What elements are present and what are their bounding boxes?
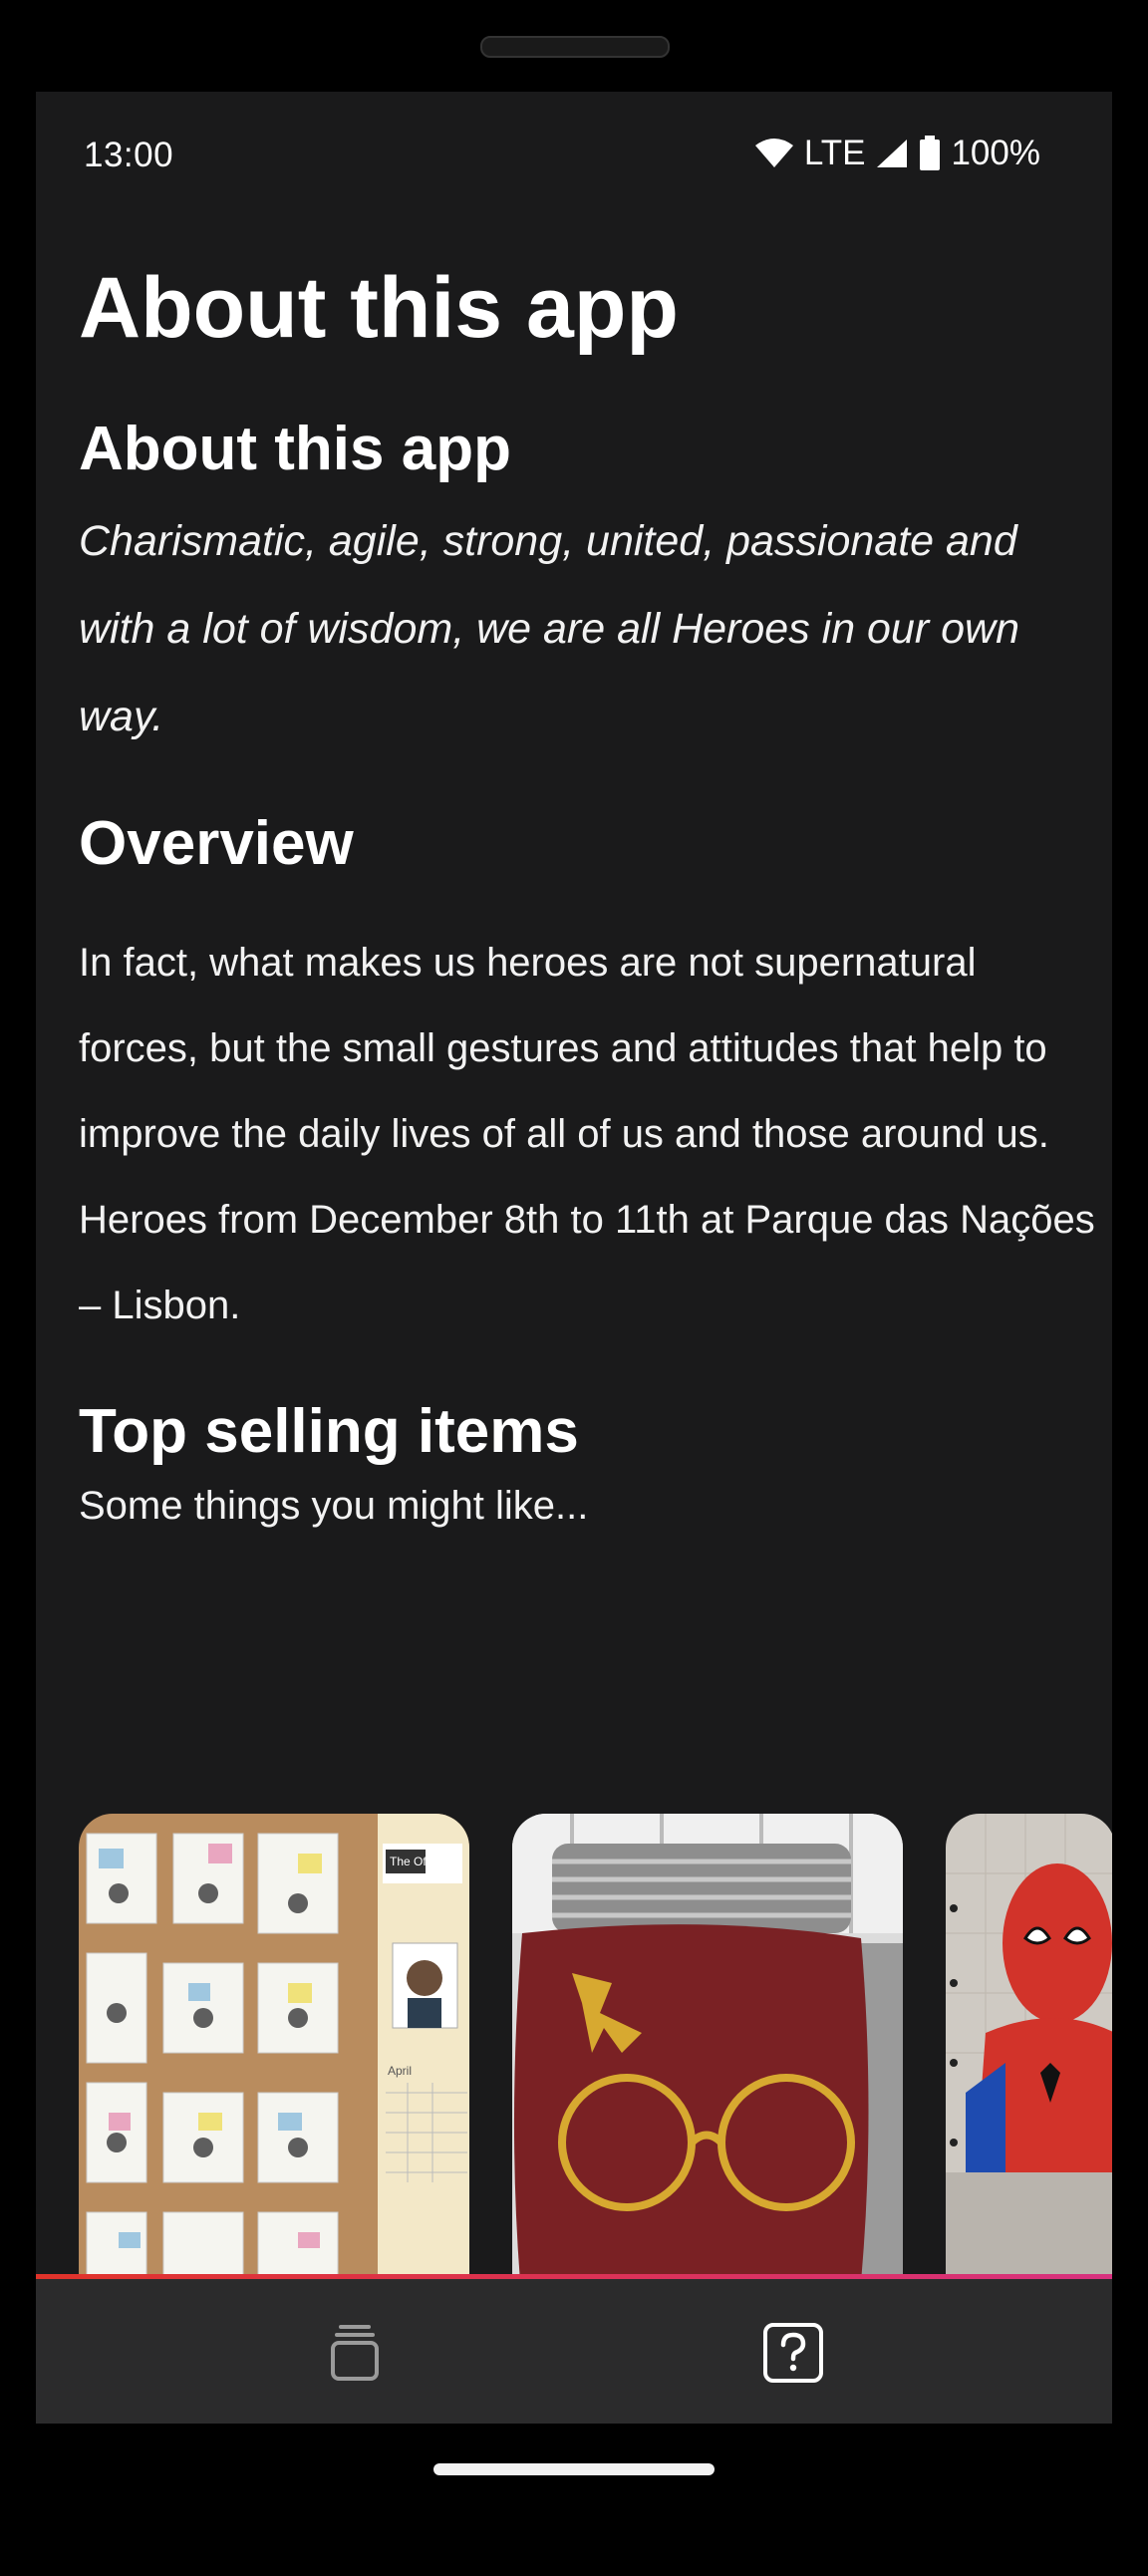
product-card-harry-potter-pillow[interactable] bbox=[512, 1814, 903, 2282]
status-icons: LTE 100% bbox=[754, 134, 1040, 173]
about-heading: About this app bbox=[79, 414, 511, 483]
overview-body: In fact, what makes us heroes are not su… bbox=[79, 940, 1095, 1327]
spider-man-image bbox=[946, 1814, 1112, 2282]
earpiece-speaker bbox=[480, 36, 670, 58]
screen: 13:00 LTE 100% About this app About this… bbox=[36, 92, 1112, 2424]
wifi-icon bbox=[754, 138, 794, 169]
device-frame: 13:00 LTE 100% About this app About this… bbox=[0, 0, 1148, 2576]
status-time: 13:00 bbox=[84, 136, 174, 174]
calendar-month-label: April bbox=[388, 2064, 412, 2078]
top-selling-carousel[interactable]: The Office April bbox=[79, 1814, 1112, 2282]
network-type: LTE bbox=[803, 134, 866, 172]
about-content: About this app About this app Charismati… bbox=[79, 261, 1095, 1529]
home-indicator[interactable] bbox=[433, 2463, 715, 2475]
battery-icon bbox=[919, 136, 941, 171]
help-icon[interactable] bbox=[753, 2313, 833, 2393]
product-card-office-calendar[interactable]: The Office April bbox=[79, 1814, 469, 2282]
collections-icon[interactable] bbox=[315, 2313, 395, 2393]
product-card-spider-man[interactable] bbox=[946, 1814, 1112, 2282]
page-title: About this app bbox=[79, 260, 679, 356]
harry-potter-pillow-image bbox=[512, 1814, 903, 2282]
about-tagline: Charismatic, agile, strong, united, pass… bbox=[79, 516, 1020, 740]
status-bar: 13:00 LTE 100% bbox=[36, 92, 1112, 223]
cellular-signal-icon bbox=[875, 138, 909, 169]
bottom-navigation bbox=[36, 2279, 1112, 2424]
top-selling-subtitle: Some things you might like... bbox=[79, 1484, 589, 1529]
overview-heading: Overview bbox=[79, 808, 354, 878]
office-logo-text: The Office bbox=[390, 1855, 444, 1868]
office-calendar-image: The Office April bbox=[79, 1814, 469, 2282]
battery-percent: 100% bbox=[951, 134, 1040, 172]
top-selling-heading: Top selling items bbox=[79, 1396, 579, 1466]
